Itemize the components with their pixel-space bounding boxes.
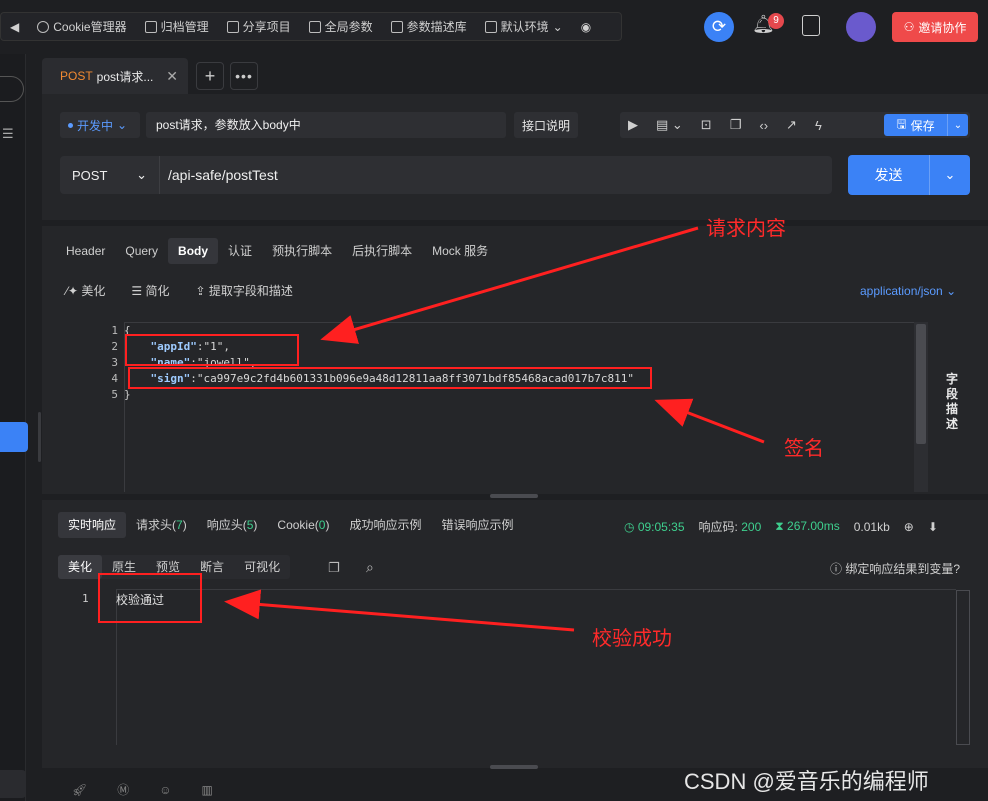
arrow-request-content	[320, 226, 699, 344]
annotation-arrows	[224, 226, 765, 632]
arrow-signature	[654, 398, 765, 444]
arrow-verify	[224, 589, 575, 632]
annotation-verify-success: 校验成功	[592, 628, 672, 650]
annotation-request-content: 请求内容	[706, 218, 786, 240]
annotation-signature: 签名	[784, 438, 824, 460]
